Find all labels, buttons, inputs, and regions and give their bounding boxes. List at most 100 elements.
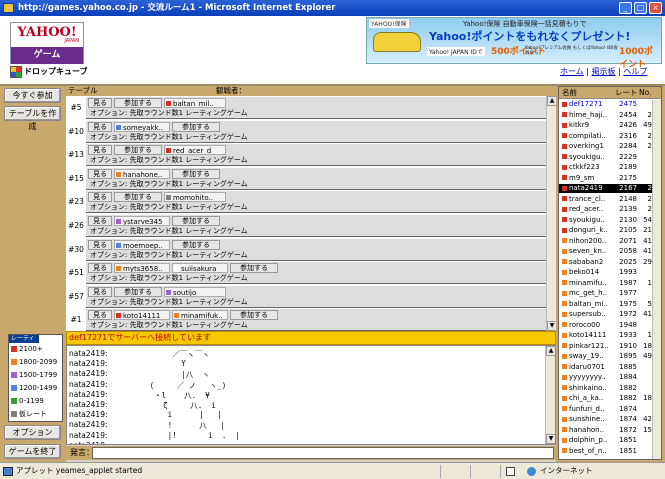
player-slot[interactable]: baltan_mil.. bbox=[164, 98, 226, 108]
player-slot[interactable]: momohito.. bbox=[164, 192, 226, 203]
col-no[interactable]: No. bbox=[639, 87, 651, 99]
user-row[interactable]: funfuri_d.. 1874 bbox=[559, 405, 653, 414]
maximize-icon[interactable]: □ bbox=[634, 2, 647, 14]
view-button[interactable]: 見る bbox=[88, 239, 112, 250]
col-rate[interactable]: レート bbox=[615, 87, 638, 99]
create-table-button[interactable]: テーブルを作成 bbox=[4, 106, 61, 131]
user-row[interactable]: seven_kn.. 2058 41 bbox=[559, 247, 653, 256]
join-button[interactable]: 参加する bbox=[172, 168, 220, 179]
join-button[interactable]: 参加する bbox=[114, 192, 162, 203]
user-row[interactable]: sunshine.. 1874 42 bbox=[559, 415, 653, 424]
user-row[interactable]: chi_a_ka.. 1882 18 bbox=[559, 394, 653, 403]
user-name-text: shinkaino.. bbox=[569, 383, 607, 392]
user-scrollbar[interactable] bbox=[652, 100, 661, 459]
user-row[interactable]: supersub.. 1972 41 bbox=[559, 310, 653, 319]
user-name: minamifu.. bbox=[562, 279, 608, 288]
player-slot[interactable]: minamifuk.. bbox=[172, 310, 228, 321]
table-scrollbar[interactable]: ▲ ▼ bbox=[546, 96, 557, 331]
board-link[interactable]: 掲示板 bbox=[592, 67, 616, 76]
join-button[interactable]: 参加する bbox=[172, 216, 220, 226]
yahoo-logo[interactable]: YAHOO! JAPAN ゲーム bbox=[10, 22, 84, 64]
view-button[interactable]: 見る bbox=[88, 145, 112, 156]
player-slot[interactable]: soutijo bbox=[164, 286, 226, 297]
exit-game-button[interactable]: ゲームを終了 bbox=[4, 444, 61, 459]
view-button[interactable]: 見る bbox=[88, 121, 112, 132]
ad-banner[interactable]: YAHOO!保険 Yahoo!保険 自動車保険一括見積もりで Yahoo!ポイン… bbox=[366, 17, 662, 70]
view-button[interactable]: 見る bbox=[88, 286, 112, 297]
join-button[interactable]: 参加する bbox=[114, 98, 162, 108]
user-row[interactable]: mc_get_h.. 1977 bbox=[559, 289, 653, 298]
join-button[interactable]: 参加する bbox=[114, 286, 162, 297]
join-now-button[interactable]: 今すぐ参加 bbox=[4, 88, 61, 103]
user-row[interactable]: koto14111 1933 1 bbox=[559, 331, 653, 340]
legend-item: 2100+ bbox=[11, 344, 43, 354]
chat-scrollbar[interactable]: ▲ ▼ bbox=[545, 346, 555, 444]
user-row[interactable]: syoukigu.. 2229 bbox=[559, 153, 653, 162]
user-row[interactable]: nihon200.. 2071 41 bbox=[559, 237, 653, 246]
view-button[interactable]: 見る bbox=[88, 216, 112, 226]
col-name[interactable]: 名前 bbox=[562, 87, 577, 99]
chat-user: nata2419: bbox=[69, 400, 108, 409]
player-slot[interactable]: hanahone.. bbox=[114, 168, 170, 179]
player-slot[interactable]: red_acer_d bbox=[164, 145, 226, 156]
user-row[interactable]: nata2419 2167 2 bbox=[559, 184, 653, 193]
user-row[interactable]: minamifu.. 1987 1 bbox=[559, 279, 653, 288]
user-row[interactable]: m9_sm 2175 bbox=[559, 174, 653, 183]
user-row[interactable]: yyyyyyyy.. 1884 bbox=[559, 373, 653, 382]
user-row[interactable]: beko014 1993 bbox=[559, 268, 653, 277]
user-row[interactable]: baltan_mi.. 1975 5 bbox=[559, 300, 653, 309]
user-row[interactable]: trance_cl.. 2148 2 bbox=[559, 195, 653, 204]
user-row[interactable]: ctkkf223 2189 bbox=[559, 163, 653, 172]
view-button[interactable]: 見る bbox=[88, 192, 112, 203]
options-button[interactable]: オプション bbox=[4, 425, 61, 440]
user-row[interactable]: shinkaino.. 1882 bbox=[559, 384, 653, 393]
user-row[interactable]: dolphin_p.. 1851 bbox=[559, 436, 653, 445]
user-row[interactable]: syoukigu.. 2130 54 bbox=[559, 216, 653, 225]
player-slot[interactable]: ystarve345 bbox=[114, 216, 170, 226]
help-link[interactable]: ヘルプ bbox=[623, 67, 647, 76]
view-button[interactable]: 見る bbox=[88, 310, 112, 321]
table-row: #51 見る myts3658.. suiisakura 参加する オプション: 先取ラウ… bbox=[66, 261, 546, 285]
user-row[interactable]: kitkr9 2426 49 bbox=[559, 121, 653, 130]
chat-user: nata2419: bbox=[69, 359, 108, 369]
user-row[interactable]: idaru0701 1885 bbox=[559, 363, 653, 372]
scroll-up-icon[interactable]: ▲ bbox=[546, 346, 555, 356]
chat-input[interactable] bbox=[92, 447, 554, 459]
view-button[interactable]: 見る bbox=[88, 263, 112, 274]
user-name-text: ctkkf223 bbox=[569, 163, 600, 171]
user-row[interactable]: best_of_n.. 1851 bbox=[559, 447, 653, 456]
join-button[interactable]: 参加する bbox=[114, 145, 162, 156]
user-row[interactable]: red_acer.. 2139 2 bbox=[559, 205, 653, 214]
user-name: baltan_mi.. bbox=[562, 300, 608, 309]
player-slot[interactable]: moemoep.. bbox=[114, 239, 170, 250]
user-row[interactable]: hanahon.. 1872 15 bbox=[559, 426, 653, 435]
user-row[interactable]: overking1 2284 2 bbox=[559, 142, 653, 151]
user-table-no: 41 bbox=[643, 236, 652, 245]
join-button[interactable]: 参加する bbox=[172, 121, 220, 132]
table-options: オプション: 先取ラウンド数1 レーティングゲーム bbox=[90, 227, 248, 235]
scroll-down-icon[interactable]: ▼ bbox=[546, 434, 555, 444]
user-row[interactable]: donguri_k.. 2105 21 bbox=[559, 226, 653, 235]
user-row[interactable]: roroco00 1948 bbox=[559, 321, 653, 330]
player-slot[interactable]: myts3658.. bbox=[114, 263, 170, 274]
user-row[interactable]: compilati.. 2316 2 bbox=[559, 132, 653, 141]
join-button[interactable]: 参加する bbox=[230, 263, 278, 274]
user-row[interactable]: sababan2 2025 29 bbox=[559, 258, 653, 267]
close-icon[interactable]: × bbox=[649, 2, 662, 14]
user-row[interactable]: hime_haji.. 2454 2 bbox=[559, 111, 653, 120]
user-row[interactable]: sway_19.. 1895 49 bbox=[559, 352, 653, 361]
user-table-no: 41 bbox=[643, 310, 652, 318]
user-row[interactable]: def17271 2475 bbox=[559, 100, 653, 109]
view-button[interactable]: 見る bbox=[88, 98, 112, 108]
minimize-icon[interactable]: _ bbox=[619, 2, 632, 14]
join-button[interactable]: 参加する bbox=[230, 310, 278, 321]
home-link[interactable]: ホーム bbox=[560, 67, 584, 76]
user-row[interactable]: pinkar121.. 1910 18 bbox=[559, 342, 653, 351]
user-name: shinkaino.. bbox=[562, 384, 608, 393]
player-slot[interactable]: suiisakura bbox=[172, 263, 228, 274]
view-button[interactable]: 見る bbox=[88, 168, 112, 179]
join-button[interactable]: 参加する bbox=[172, 239, 220, 250]
player-slot[interactable]: koto14111 bbox=[114, 310, 170, 321]
player-slot[interactable]: someyakk.. bbox=[114, 121, 170, 132]
user-name-text: nihon200.. bbox=[569, 236, 607, 245]
